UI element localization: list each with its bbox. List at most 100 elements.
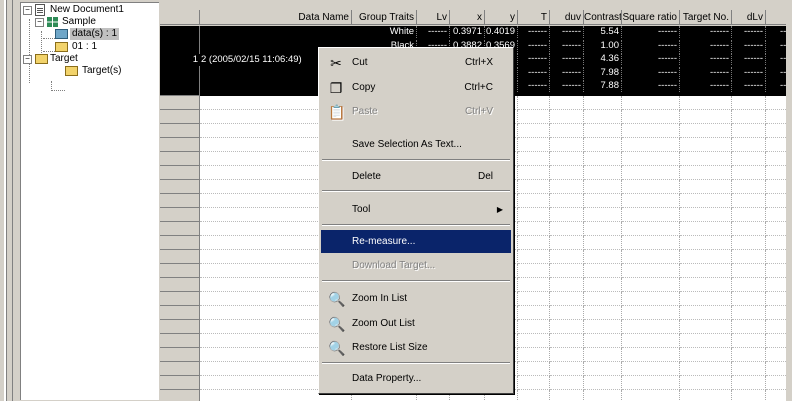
grid-cell-t[interactable]: ------ bbox=[518, 53, 550, 65]
row-header[interactable] bbox=[160, 124, 200, 138]
empty-cell[interactable] bbox=[766, 348, 786, 362]
empty-cell[interactable] bbox=[680, 376, 732, 390]
menu-item-cut[interactable]: ✂ Cut Ctrl+X bbox=[321, 51, 511, 74]
empty-cell[interactable] bbox=[680, 180, 732, 194]
column-header[interactable]: Contrast bbox=[584, 10, 622, 25]
empty-cell[interactable] bbox=[680, 250, 732, 264]
empty-cell[interactable] bbox=[584, 124, 622, 138]
empty-cell[interactable] bbox=[680, 124, 732, 138]
empty-cell[interactable] bbox=[680, 278, 732, 292]
empty-cell[interactable] bbox=[518, 320, 550, 334]
grid-cell-target[interactable]: ------ bbox=[680, 80, 732, 92]
empty-cell[interactable] bbox=[766, 180, 786, 194]
row-header[interactable] bbox=[160, 222, 200, 236]
empty-cell[interactable] bbox=[766, 96, 786, 110]
empty-cell[interactable] bbox=[732, 152, 766, 166]
grid-cell-dlv[interactable]: ------ bbox=[732, 26, 766, 38]
grid-cell-t[interactable]: ------ bbox=[518, 66, 550, 79]
column-header[interactable]: T bbox=[518, 10, 550, 25]
menu-item-zoom-out[interactable]: 🔍 Zoom Out List bbox=[321, 312, 511, 335]
empty-cell[interactable] bbox=[622, 96, 680, 110]
menu-item-copy[interactable]: ❐ Copy Ctrl+C bbox=[321, 76, 511, 99]
row-header[interactable] bbox=[160, 278, 200, 292]
empty-cell[interactable] bbox=[584, 236, 622, 250]
empty-cell[interactable] bbox=[766, 362, 786, 376]
empty-cell[interactable] bbox=[680, 334, 732, 348]
grid-cell-dlv[interactable]: ------ bbox=[732, 53, 766, 65]
row-header[interactable] bbox=[160, 376, 200, 390]
collapse-icon[interactable]: − bbox=[23, 55, 32, 64]
collapse-icon[interactable]: − bbox=[23, 6, 32, 15]
empty-cell[interactable] bbox=[584, 264, 622, 278]
empty-cell[interactable] bbox=[680, 320, 732, 334]
column-header[interactable]: Target No. bbox=[680, 10, 732, 25]
empty-cell[interactable] bbox=[680, 348, 732, 362]
empty-cell[interactable] bbox=[550, 376, 584, 390]
empty-cell[interactable] bbox=[680, 390, 732, 401]
empty-cell[interactable] bbox=[622, 152, 680, 166]
grid-cell-duv[interactable]: ------ bbox=[550, 66, 584, 79]
empty-cell[interactable] bbox=[584, 194, 622, 208]
grid-cell-square[interactable]: ------ bbox=[622, 26, 680, 38]
row-header[interactable] bbox=[160, 292, 200, 306]
empty-cell[interactable] bbox=[732, 110, 766, 124]
grid-cell-dlv[interactable]: ------ bbox=[732, 80, 766, 92]
column-header[interactable]: x bbox=[450, 10, 485, 25]
column-header[interactable]: dLv bbox=[732, 10, 766, 25]
empty-cell[interactable] bbox=[550, 236, 584, 250]
menu-item-restore[interactable]: 🔍 Restore List Size bbox=[321, 336, 511, 359]
grid-cell-square[interactable]: ------ bbox=[622, 80, 680, 92]
empty-cell[interactable] bbox=[766, 110, 786, 124]
empty-cell[interactable] bbox=[518, 124, 550, 138]
empty-cell[interactable] bbox=[732, 194, 766, 208]
empty-cell[interactable] bbox=[518, 362, 550, 376]
grid-cell-t[interactable]: ------ bbox=[518, 80, 550, 92]
empty-cell[interactable] bbox=[680, 194, 732, 208]
empty-cell[interactable] bbox=[550, 390, 584, 401]
empty-cell[interactable] bbox=[622, 278, 680, 292]
empty-cell[interactable] bbox=[732, 222, 766, 236]
empty-cell[interactable] bbox=[518, 292, 550, 306]
grid-cell-dx[interactable]: ------ bbox=[766, 26, 786, 38]
empty-cell[interactable] bbox=[766, 236, 786, 250]
grid-cell-t[interactable]: ------ bbox=[518, 39, 550, 52]
empty-cell[interactable] bbox=[622, 334, 680, 348]
grid-cell-dx[interactable]: ------ bbox=[766, 67, 786, 79]
grid-cell-square[interactable]: ------ bbox=[622, 53, 680, 65]
grid-cell-group[interactable]: White bbox=[352, 26, 417, 38]
empty-cell[interactable] bbox=[766, 320, 786, 334]
empty-cell[interactable] bbox=[732, 348, 766, 362]
grid-cell-contrast[interactable]: 1.00 bbox=[584, 39, 622, 52]
empty-cell[interactable] bbox=[622, 236, 680, 250]
column-header[interactable]: dx bbox=[766, 10, 786, 25]
row-header[interactable] bbox=[160, 306, 200, 320]
empty-cell[interactable] bbox=[732, 362, 766, 376]
empty-cell[interactable] bbox=[550, 180, 584, 194]
row-header[interactable] bbox=[160, 264, 200, 278]
row-header[interactable] bbox=[160, 250, 200, 264]
grid-cell-dx[interactable]: ------ bbox=[766, 53, 786, 65]
row-header[interactable] bbox=[160, 390, 200, 401]
empty-cell[interactable] bbox=[518, 222, 550, 236]
empty-cell[interactable] bbox=[518, 390, 550, 401]
empty-cell[interactable] bbox=[518, 264, 550, 278]
column-header[interactable]: Group Traits bbox=[352, 10, 417, 25]
empty-cell[interactable] bbox=[518, 194, 550, 208]
grid-cell-duv[interactable]: ------ bbox=[550, 80, 584, 92]
empty-cell[interactable] bbox=[584, 222, 622, 236]
row-header[interactable] bbox=[160, 180, 200, 194]
empty-cell[interactable] bbox=[622, 264, 680, 278]
empty-cell[interactable] bbox=[518, 236, 550, 250]
grid-cell-y[interactable]: 0.4019 bbox=[485, 26, 518, 38]
row-header[interactable] bbox=[160, 334, 200, 348]
column-header[interactable]: y bbox=[485, 10, 518, 25]
empty-cell[interactable] bbox=[584, 96, 622, 110]
grid-cell-square[interactable]: ------ bbox=[622, 39, 680, 52]
empty-cell[interactable] bbox=[518, 166, 550, 180]
empty-cell[interactable] bbox=[732, 306, 766, 320]
empty-cell[interactable] bbox=[680, 306, 732, 320]
empty-cell[interactable] bbox=[550, 264, 584, 278]
column-header[interactable]: Square ratio bbox=[622, 10, 680, 25]
empty-cell[interactable] bbox=[680, 292, 732, 306]
empty-cell[interactable] bbox=[584, 362, 622, 376]
